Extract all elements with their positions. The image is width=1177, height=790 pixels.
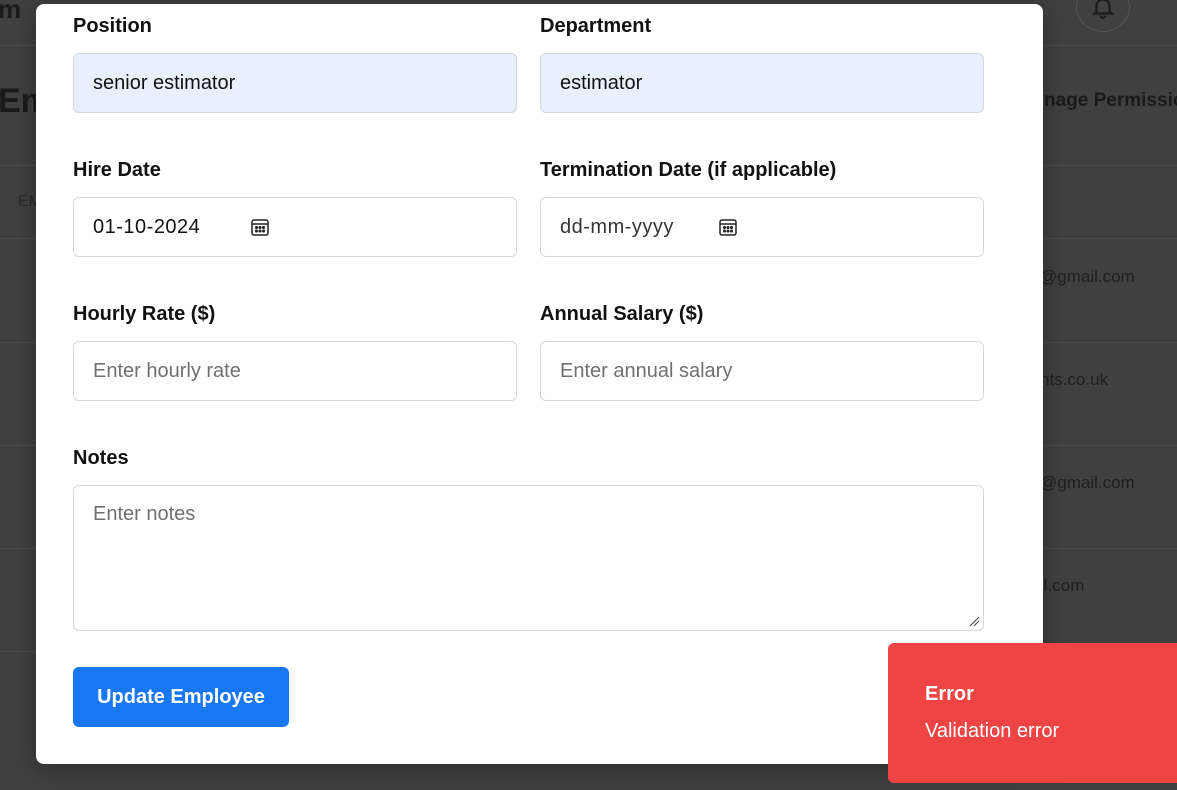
hourly-rate-label: Hourly Rate ($): [73, 303, 216, 325]
position-label: Position: [73, 15, 152, 37]
hire-date-label: Hire Date: [73, 159, 161, 181]
notification-button[interactable]: [1076, 0, 1130, 32]
termination-date-placeholder: dd-mm-yyyy: [560, 215, 674, 238]
annual-salary-placeholder: Enter annual salary: [560, 359, 733, 382]
annual-salary-label: Annual Salary ($): [540, 303, 704, 325]
department-value: estimator: [560, 71, 643, 94]
position-value: senior estimator: [93, 71, 236, 94]
position-input[interactable]: senior estimator: [73, 53, 517, 113]
termination-date-input[interactable]: dd-mm-yyyy: [540, 197, 984, 257]
termination-date-label: Termination Date (if applicable): [540, 159, 837, 181]
hourly-rate-placeholder: Enter hourly rate: [93, 359, 241, 382]
update-employee-button[interactable]: Update Employee: [73, 667, 289, 727]
annual-salary-input[interactable]: Enter annual salary: [540, 341, 984, 401]
calendar-icon[interactable]: [718, 217, 738, 237]
manage-permissions-button[interactable]: nage Permissio: [1044, 90, 1177, 112]
error-toast[interactable]: Error Validation error: [888, 643, 1177, 783]
hourly-rate-input[interactable]: Enter hourly rate: [73, 341, 517, 401]
notes-label: Notes: [73, 447, 129, 469]
bell-icon: [1091, 0, 1115, 19]
department-input[interactable]: estimator: [540, 53, 984, 113]
toast-message: Validation error: [925, 720, 1060, 742]
hire-date-value: 01-10-2024: [93, 215, 201, 238]
app-brand: m: [0, 0, 22, 24]
table-cell-email: nts.co.uk: [1040, 370, 1109, 389]
table-cell-email: @gmail.com: [1040, 267, 1135, 286]
department-label: Department: [540, 15, 652, 37]
table-cell-email: il.com: [1040, 576, 1085, 595]
notes-placeholder: Enter notes: [93, 503, 196, 525]
table-cell-email: @gmail.com: [1040, 473, 1135, 492]
hire-date-input[interactable]: 01-10-2024: [73, 197, 517, 257]
toast-title: Error: [925, 683, 974, 705]
resize-grip-icon[interactable]: [968, 615, 980, 627]
notes-textarea[interactable]: Enter notes: [73, 485, 984, 631]
calendar-icon[interactable]: [250, 217, 270, 237]
